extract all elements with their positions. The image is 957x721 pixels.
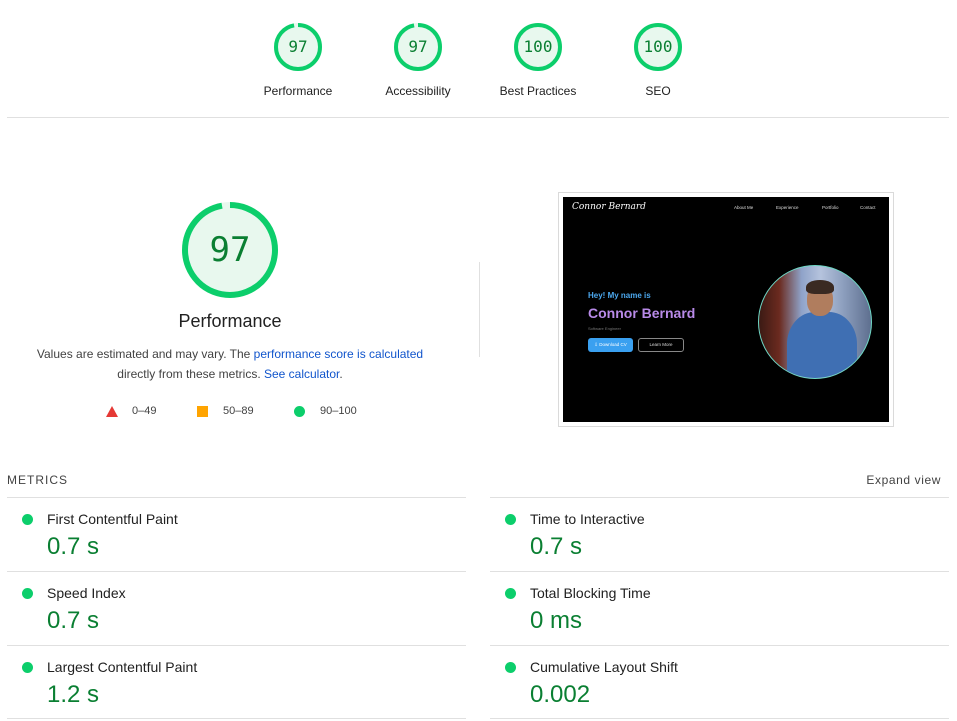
gauge-accessibility[interactable]: 97 Accessibility	[358, 22, 478, 98]
metric-label: First Contentful Paint	[47, 511, 178, 527]
section-divider	[7, 117, 949, 118]
expand-view-toggle[interactable]: Expand view	[866, 473, 941, 487]
performance-description: Values are estimated and may vary. The p…	[20, 344, 440, 384]
site-name: Connor Bernard	[588, 305, 696, 321]
metric-first-contentful-paint: First Contentful Paint 0.7 s	[7, 497, 466, 571]
legend-range: 50–89	[223, 405, 254, 417]
metric-speed-index: Speed Index 0.7 s	[7, 571, 466, 645]
performance-score: 97	[209, 230, 251, 270]
metric-cumulative-layout-shift: Cumulative Layout Shift 0.002	[490, 645, 949, 719]
pass-circle-icon	[505, 588, 516, 599]
legend-range: 0–49	[132, 405, 157, 417]
site-role: Software Engineer	[588, 326, 621, 331]
gauge-label: Accessibility	[385, 84, 451, 98]
legend-range: 90–100	[320, 405, 357, 417]
legend-average: 50–89	[197, 405, 254, 417]
gauge-ring: 100	[633, 22, 683, 72]
gauge-score: 97	[408, 37, 428, 56]
metric-label: Largest Contentful Paint	[47, 659, 198, 675]
site-nav-item: Contact	[860, 205, 876, 210]
photo-figure	[787, 312, 857, 378]
fail-triangle-icon	[106, 405, 118, 417]
site-learn-more-button: Learn More	[638, 338, 684, 352]
final-screenshot[interactable]: Connor Bernard About Me Experience Portf…	[558, 192, 894, 427]
metric-total-blocking-time: Total Blocking Time 0 ms	[490, 571, 949, 645]
metrics-title: METRICS	[7, 473, 68, 487]
site-nav-item: About Me	[734, 205, 754, 210]
vertical-divider	[479, 262, 480, 357]
legend-fail: 0–49	[106, 405, 156, 417]
metrics-column-right: Time to Interactive 0.7 s Total Blocking…	[490, 497, 949, 719]
performance-gauge: 97	[180, 200, 280, 300]
gauge-performance[interactable]: 97 Performance	[238, 22, 358, 98]
metric-value: 0.002	[530, 681, 591, 708]
gauge-ring: 97	[393, 22, 443, 72]
metric-label: Cumulative Layout Shift	[530, 659, 678, 675]
pass-circle-icon	[22, 588, 33, 599]
site-logo: Connor Bernard	[572, 202, 646, 212]
category-gauges: 97 Performance 97 Accessibility 100 Best…	[0, 0, 957, 118]
gauge-score: 100	[523, 37, 553, 56]
gauge-label: Performance	[263, 84, 333, 98]
performance-summary: 97 Performance Values are estimated and …	[20, 200, 440, 384]
pass-circle-icon	[505, 514, 516, 525]
screenshot-image: Connor Bernard About Me Experience Portf…	[563, 197, 889, 422]
metric-value: 0.7 s	[47, 607, 100, 634]
site-download-button: ⇩ Download CV	[588, 338, 633, 352]
gauge-score: 97	[288, 37, 308, 56]
site-nav-item: Portfolio	[822, 205, 839, 210]
metric-label: Speed Index	[47, 585, 126, 601]
metrics-column-left: First Contentful Paint 0.7 s Speed Index…	[7, 497, 466, 719]
gauge-label: Best Practices	[499, 84, 577, 98]
metric-largest-contentful-paint: Largest Contentful Paint 1.2 s	[7, 645, 466, 719]
description-text: .	[339, 367, 343, 381]
metric-label: Total Blocking Time	[530, 585, 651, 601]
gauge-label: SEO	[645, 84, 671, 98]
gauge-ring: 97	[273, 22, 323, 72]
average-square-icon	[197, 405, 208, 417]
description-text: Values are estimated and may vary. The	[36, 347, 254, 361]
metric-value: 0.7 s	[530, 533, 583, 560]
score-calculation-link[interactable]: performance score is calculated	[254, 347, 423, 361]
metric-value: 1.2 s	[47, 681, 100, 708]
metric-value: 0 ms	[530, 607, 583, 634]
metric-time-to-interactive: Time to Interactive 0.7 s	[490, 497, 949, 571]
metric-value: 0.7 s	[47, 533, 100, 560]
site-greeting: Hey! My name is	[588, 291, 651, 300]
gauge-best-practices[interactable]: 100 Best Practices	[478, 22, 598, 98]
pass-circle-icon	[22, 662, 33, 673]
gauge-ring: 100	[513, 22, 563, 72]
gauge-seo[interactable]: 100 SEO	[598, 22, 718, 98]
performance-title: Performance	[178, 311, 282, 331]
legend-pass: 90–100	[294, 405, 357, 417]
gauge-score: 100	[643, 37, 673, 56]
metric-label: Time to Interactive	[530, 511, 645, 527]
profile-photo	[758, 265, 872, 379]
see-calculator-link[interactable]: See calculator	[264, 367, 339, 381]
photo-figure	[806, 280, 834, 294]
pass-circle-icon	[505, 662, 516, 673]
site-nav-item: Experience	[776, 205, 799, 210]
pass-circle-icon	[22, 514, 33, 525]
pass-circle-icon	[294, 405, 305, 417]
description-text: directly from these metrics.	[117, 367, 264, 381]
metrics-header: METRICS Expand view	[7, 473, 949, 487]
